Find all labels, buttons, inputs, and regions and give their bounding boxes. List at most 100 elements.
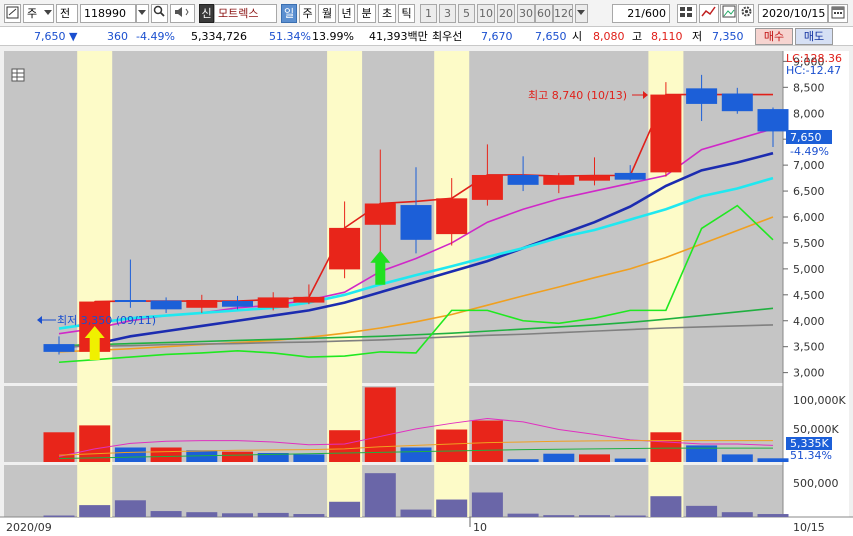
volume-bar [43,432,75,462]
trade-amount: 41,393백만 [369,30,428,43]
hc-label: HC:-12.47 [786,64,841,77]
timeframe-month[interactable]: 월 [318,4,336,23]
lower-indicator-bar [293,514,325,517]
volume-ratio: 51.34% [269,30,311,43]
interval-10[interactable]: 10 [477,4,495,23]
lower-indicator-bar [222,513,253,517]
current-price-tag: 7,650 [790,131,822,144]
name-badge: 신 [199,4,214,23]
price-tick-label: 8,000 [793,107,825,120]
interval-dropdown-button[interactable] [575,4,588,23]
current-price: 7,650 ▼ [34,29,77,44]
candle-body [614,172,646,180]
timeframe-minute[interactable]: 분 [357,4,376,23]
price-tick-label: 3,000 [793,367,825,380]
timeframe-second[interactable]: 초 [378,4,396,23]
lower-indicator-bar [614,515,646,517]
volume-bar [543,453,575,462]
candle-body [436,198,468,235]
volume-bar [400,447,432,462]
chart-settings-icon[interactable] [4,4,21,23]
lower-indicator-bar [686,505,718,517]
interval-120[interactable]: 120 [553,4,573,23]
candle-body [293,296,325,303]
lower-indicator-bar [150,511,182,517]
interval-60[interactable]: 60 [535,4,553,23]
open-price: 8,080 [593,30,625,43]
lower-indicator-bar [579,515,610,517]
picture-icon[interactable] [720,4,737,23]
timeframe-day[interactable]: 일 [281,4,297,23]
volume-bar [79,425,111,462]
toolbar: 주 전 118990 신 모트렉스 일 주 월 년 분 초 틱 1 3 5 10… [0,0,853,27]
priority-label: 최우선 [432,30,463,43]
grid-icon[interactable] [677,4,697,23]
candle-body [650,94,682,173]
interval-5[interactable]: 5 [458,4,475,23]
price-tick-label: 8,500 [793,81,825,94]
calendar-icon[interactable] [828,4,848,23]
timeframe-tick[interactable]: 틱 [398,4,415,23]
low-label: 저 [692,30,703,43]
lower-indicator-bar [507,513,539,517]
search-icon[interactable] [151,4,168,23]
lower-indicator-bar [257,512,289,517]
sell-button[interactable]: 매도 [795,28,833,45]
down-triangle-icon: ▼ [69,30,78,43]
candle-body [150,300,182,310]
interval-30[interactable]: 30 [517,4,535,23]
data-count-value: 21 [627,7,642,20]
trend-tool-icon[interactable] [699,4,719,23]
date-label-sep: 2020/09 [6,521,52,534]
open-label: 시 [572,30,583,43]
interval-1[interactable]: 1 [420,4,437,23]
candle-body [329,227,361,270]
lower-indicator-bar [471,492,503,517]
timeframe-year[interactable]: 년 [338,4,355,23]
candle-body [186,300,218,308]
date-label-last: 10/15 [793,521,825,534]
price-change: 360 [107,30,128,43]
market-select[interactable]: 주 [23,4,54,23]
table-icon[interactable] [11,68,25,82]
interval-20[interactable]: 20 [497,4,515,23]
candle-body [400,205,432,240]
candle-body [257,297,289,308]
speaker-icon[interactable] [170,4,195,23]
volume-bar [721,454,753,462]
data-count-field[interactable]: 21/600 [612,4,670,23]
volume-bar [150,447,182,462]
stock-chart[interactable]: 9,0008,5008,0007,5007,0006,5006,0005,500… [0,47,853,536]
candle-body [114,300,146,302]
stock-code-input[interactable]: 118990 [80,4,136,23]
date-field[interactable]: 2020/10/15 [758,4,828,23]
chevron-down-icon [44,10,52,15]
price-tick-label: 5,500 [793,237,825,250]
volume-bar [650,432,682,462]
timeframe-week[interactable]: 주 [299,4,316,23]
price-tick-label: 5,000 [793,263,825,276]
period-select[interactable]: 전 [56,4,78,23]
low-price: 7,350 [712,30,744,43]
interval-3[interactable]: 3 [439,4,456,23]
stock-name[interactable]: 모트렉스 [214,4,277,23]
lower-indicator-bar [186,512,218,517]
candle-body [579,175,610,181]
lower-indicator-bar [757,514,789,517]
volume-axis-label-2: 50,000K [793,423,839,436]
volume-bar [222,451,253,462]
chart-area: 9,0008,5008,0007,5007,0006,5006,0005,500… [0,47,853,536]
lower-indicator-bar [79,505,111,517]
volume-bar [293,454,325,462]
price-tick-label: 4,000 [793,315,825,328]
max-price-annotation: 최고 8,740 (10/13) [528,89,627,102]
turnover-rate: 13.99% [312,30,354,43]
volume: 5,334,726 [191,30,247,43]
gear-icon[interactable] [738,4,754,23]
code-dropdown-button[interactable] [136,4,149,23]
date-axis [0,517,853,536]
quote-bar: 7,650 ▼ 360 -4.49% 5,334,726 51.34% 13.9… [0,27,853,46]
buy-button[interactable]: 매수 [755,28,793,45]
candle-body [543,176,575,185]
lower-indicator-bar [721,512,753,517]
